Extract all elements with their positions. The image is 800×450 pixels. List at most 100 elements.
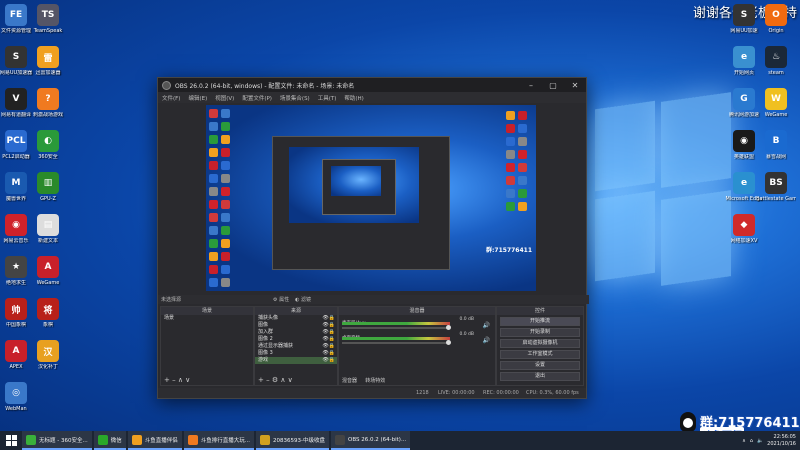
desktop-icon[interactable]: ♨ steam bbox=[756, 46, 796, 76]
mute-icon[interactable]: 🔊 bbox=[483, 337, 490, 344]
preview-desktop-icon bbox=[221, 252, 230, 261]
desktop-app-icon: 将 bbox=[37, 298, 59, 320]
settings-button[interactable]: 设置 bbox=[500, 361, 580, 370]
desktop-icon-label: 象棋 bbox=[42, 322, 53, 328]
source-item[interactable]: 图像 2 👁🔒 bbox=[255, 336, 337, 343]
desktop-icon[interactable]: 雷迅雷加速器 bbox=[28, 46, 68, 76]
mixer-dock-title: 混音器 bbox=[339, 307, 495, 315]
source-item[interactable]: 通过显示器捕获 👁🔒 bbox=[255, 343, 337, 350]
visibility-lock-icon[interactable]: 👁🔒 bbox=[322, 343, 335, 350]
desktop-icon[interactable]: ◎ WebMan bbox=[0, 382, 36, 412]
source-item[interactable]: 加入群 👁🔒 bbox=[255, 329, 337, 336]
desktop-icon[interactable]: ▥ GPU-Z bbox=[28, 172, 68, 202]
preview-desktop-icon bbox=[221, 187, 230, 196]
maximize-icon[interactable]: ▢ bbox=[542, 81, 564, 90]
desktop-icon[interactable]: B 暴雪战网 bbox=[756, 130, 796, 160]
desktop-icon[interactable]: ? 刺激战场游戏 bbox=[28, 88, 68, 118]
desktop-icon-label: 暴雪战网 bbox=[765, 154, 786, 160]
preview-desktop-icon bbox=[518, 137, 527, 146]
tab-transitions[interactable]: 转场特效 bbox=[365, 378, 385, 384]
tab-mixer[interactable]: 混音器 bbox=[342, 378, 357, 384]
desktop-icon[interactable]: ◆ 网络加速XV bbox=[724, 214, 764, 244]
start-button[interactable] bbox=[0, 431, 22, 450]
menu-profile[interactable]: 配置文件(P) bbox=[242, 94, 272, 102]
visibility-lock-icon[interactable]: 👁🔒 bbox=[322, 357, 335, 364]
mixer-channel-mic: 麦克风/Aux 0.0 dB 🔊 bbox=[342, 317, 492, 330]
source-item-label: 图像 3 bbox=[258, 350, 273, 356]
desktop-icon[interactable]: ▤ 新建文本 bbox=[28, 214, 68, 244]
taskbar-item[interactable]: 微信 bbox=[93, 431, 126, 450]
desktop-app-icon: PCL bbox=[5, 130, 27, 152]
menu-view[interactable]: 视图(V) bbox=[215, 94, 234, 102]
network-icon[interactable]: ⌂ bbox=[750, 438, 753, 444]
preview-desktop-icon bbox=[209, 122, 218, 131]
desktop-icon[interactable]: 将象棋 bbox=[28, 298, 68, 328]
filters-button[interactable]: ◐ 滤镜 bbox=[295, 296, 311, 303]
scenes-dock-toolbar[interactable]: + – ∧ ∨ bbox=[161, 376, 253, 385]
source-item[interactable]: 捕获头像 👁🔒 bbox=[255, 315, 337, 322]
menu-scene-collection[interactable]: 场景集合(S) bbox=[280, 94, 310, 102]
desktop-app-icon: ? bbox=[37, 88, 59, 110]
start-recording-button[interactable]: 开始录制 bbox=[500, 328, 580, 337]
desktop-icon-label: Battlestate Games L... bbox=[756, 196, 796, 202]
desktop-icon-label: TeamSpeak bbox=[33, 28, 63, 34]
volume-knob[interactable] bbox=[446, 325, 451, 330]
source-item[interactable]: 图像 👁🔒 bbox=[255, 322, 337, 329]
controls-dock: 控件 开始推流 开始录制 启动虚拟摄像机 工作室模式 设置 退出 bbox=[496, 306, 584, 386]
obs-window[interactable]: OBS 26.0.2 (64-bit, windows) - 配置文件: 未命名… bbox=[157, 77, 589, 399]
desktop-icon[interactable]: ◐ 360安全 bbox=[28, 130, 68, 160]
desktop-icon[interactable]: W WeGame bbox=[756, 88, 796, 118]
desktop-icon[interactable]: BS Battlestate Games L... bbox=[756, 172, 796, 202]
visibility-lock-icon[interactable]: 👁🔒 bbox=[322, 350, 335, 357]
visibility-lock-icon[interactable]: 👁🔒 bbox=[322, 315, 335, 322]
menu-edit[interactable]: 编辑(E) bbox=[188, 94, 207, 102]
volume-icon[interactable]: 🔈 bbox=[757, 438, 763, 444]
studio-mode-button[interactable]: 工作室模式 bbox=[500, 350, 580, 359]
source-item[interactable]: 游戏 👁🔒 bbox=[255, 357, 337, 364]
preview-desktop-icon bbox=[209, 148, 218, 157]
menu-tools[interactable]: 工具(T) bbox=[318, 94, 337, 102]
taskbar-item[interactable]: 斗鱼排行直播大玩... bbox=[183, 431, 255, 450]
desktop-app-icon: ▥ bbox=[37, 172, 59, 194]
menu-file[interactable]: 文件(F) bbox=[162, 94, 180, 102]
tray-chevron-icon[interactable]: ∧ bbox=[742, 438, 746, 444]
volume-slider[interactable] bbox=[342, 327, 450, 329]
volume-knob[interactable] bbox=[446, 340, 451, 345]
mixer-dock: 混音器 麦克风/Aux 0.0 dB 🔊 桌面音频 0.0 dB 🔊 混音器 转… bbox=[338, 306, 496, 386]
start-streaming-button[interactable]: 开始推流 bbox=[500, 317, 580, 326]
desktop-app-icon: ◉ bbox=[5, 214, 27, 236]
desktop-icon[interactable]: A WeGame bbox=[28, 256, 68, 286]
visibility-lock-icon[interactable]: 👁🔒 bbox=[322, 322, 335, 329]
taskbar-item[interactable]: OBS 26.0.2 (64-bit)... bbox=[331, 431, 411, 450]
obs-titlebar[interactable]: OBS 26.0.2 (64-bit, windows) - 配置文件: 未命名… bbox=[158, 78, 586, 92]
preview-desktop-icon bbox=[209, 187, 218, 196]
controls-dock-title: 控件 bbox=[497, 307, 583, 315]
visibility-lock-icon[interactable]: 👁🔒 bbox=[322, 336, 335, 343]
preview-desktop-icon bbox=[209, 226, 218, 235]
desktop-icon-label: 刺激战场游戏 bbox=[32, 112, 63, 118]
close-icon[interactable]: ✕ bbox=[564, 81, 586, 90]
source-item[interactable]: 图像 3 👁🔒 bbox=[255, 350, 337, 357]
properties-button[interactable]: ⚙ 属性 bbox=[273, 296, 289, 303]
taskbar-item[interactable]: 20836593-中级收盘 bbox=[256, 431, 329, 450]
virtual-camera-button[interactable]: 启动虚拟摄像机 bbox=[500, 339, 580, 348]
scene-item[interactable]: 场景 bbox=[161, 315, 253, 322]
mixer-channel-db: 0.0 dB bbox=[459, 317, 474, 322]
source-item-label: 加入群 bbox=[258, 329, 274, 335]
mute-icon[interactable]: 🔊 bbox=[483, 322, 490, 329]
volume-slider[interactable] bbox=[342, 342, 450, 344]
exit-button[interactable]: 退出 bbox=[500, 372, 580, 381]
taskbar-item[interactable]: 无标题 - 360安全... bbox=[22, 431, 92, 450]
sources-dock-toolbar[interactable]: + – ⚙ ∧ ∨ bbox=[255, 376, 337, 385]
desktop-icon[interactable]: 汉汉化补丁 bbox=[28, 340, 68, 370]
obs-preview[interactable]: 群:715776411 bbox=[206, 105, 536, 291]
desktop-icon[interactable]: O Origin bbox=[756, 4, 796, 34]
desktop-icon-label: steam bbox=[768, 70, 784, 76]
clock[interactable]: 22:56:05 2021/10/16 bbox=[767, 434, 796, 448]
visibility-lock-icon[interactable]: 👁🔒 bbox=[322, 329, 335, 336]
desktop-icon[interactable]: TS TeamSpeak bbox=[28, 4, 68, 34]
menu-help[interactable]: 帮助(H) bbox=[344, 94, 363, 102]
taskbar-item[interactable]: 斗鱼直播伴侣 bbox=[127, 431, 182, 450]
preview-desktop-icon bbox=[518, 202, 527, 211]
minimize-icon[interactable]: – bbox=[520, 81, 542, 90]
